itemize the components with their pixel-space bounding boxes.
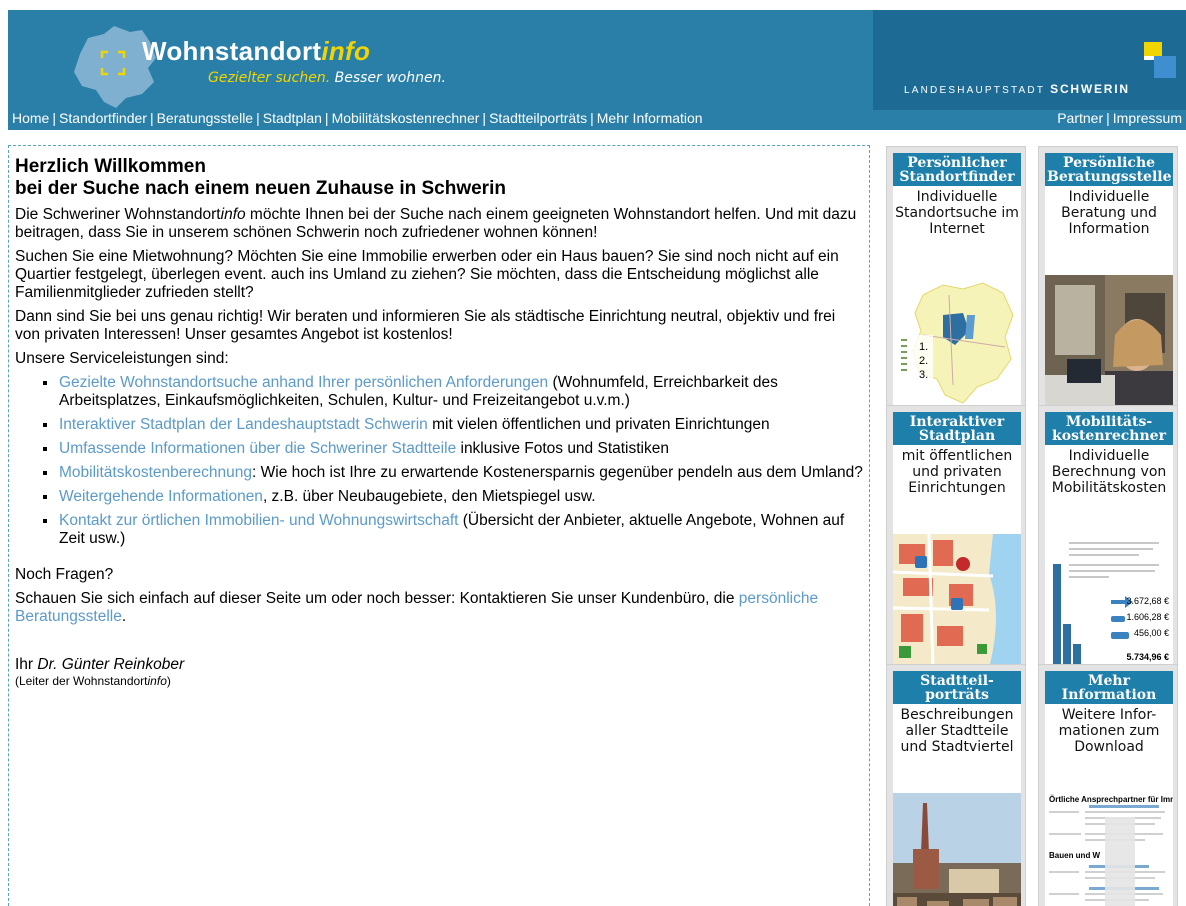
tile-title: Mehr Information (1045, 671, 1173, 704)
schwerin-city-logo-icon[interactable] (1128, 42, 1176, 82)
nav-separator: | (590, 110, 594, 126)
nav-left: Home | Standortfinder | Beratungsstelle | Stad… (12, 108, 703, 128)
list-item: Weitergehende Informationen, z.B. über N… (43, 488, 863, 506)
tile-description: Individuelle Standortsuche im Internet (895, 189, 1019, 237)
list-item: Kontakt zur örtlichen Immobilien- und Wo… (43, 512, 863, 548)
tile-title: Interaktiver Stadtplan (893, 412, 1021, 445)
tile-title: Stadtteil-porträts (893, 671, 1021, 704)
district-map-thumbnail: 1. 2. 3. (893, 275, 1021, 409)
nav-separator: | (52, 110, 56, 126)
nav-stadtplan[interactable]: Stadtplan (263, 110, 322, 126)
map-rank-3: 3. (919, 369, 929, 381)
doc-subheading: Bauen und W (1049, 851, 1101, 860)
tile-stadtteilportraets[interactable]: Stadtteil-porträts Beschreibungen aller … (886, 664, 1026, 906)
page-title: Herzlich Willkommen bei der Suche nach ei… (15, 156, 506, 199)
tile-title: Persönlicher Standortfinder (893, 153, 1021, 186)
cost-amount-2: 1.606,28 € (1126, 612, 1169, 622)
welcome-content: Herzlich Willkommen bei der Suche nach ei… (8, 145, 870, 906)
brand-tagline: Gezielter suchen. Besser wohnen. (208, 70, 446, 86)
nav-beratungsstelle[interactable]: Beratungsstelle (157, 110, 254, 126)
nav-home[interactable]: Home (12, 110, 49, 126)
document-list-thumbnail: Örtliche Ansprechpartner für Immo Bauen … (1045, 793, 1173, 906)
tile-box: Stadtteil-porträts Beschreibungen aller … (893, 671, 1021, 906)
tile-stadtplan[interactable]: Interaktiver Stadtplan mit öffentlichen … (886, 405, 1026, 675)
tile-description: mit öffentlichen und privaten Einrichtun… (901, 448, 1013, 496)
nav-partner[interactable]: Partner (1057, 110, 1103, 126)
tile-mobilitaetskostenrechner[interactable]: Mobilitäts-kostenrechner Individuelle Be… (1038, 405, 1178, 675)
list-item: Gezielte Wohnstandortsuche anhand Ihrer … (43, 374, 863, 410)
map-rank-1: 1. (919, 341, 929, 353)
tile-box: Persönlicher Standortfinder Individuelle… (893, 153, 1021, 409)
cost-amount-total: 5.734,96 € (1126, 652, 1169, 662)
nav-separator: | (256, 110, 260, 126)
service-link-kontakt[interactable]: Kontakt zur örtlichen Immobilien- und Wo… (59, 512, 458, 529)
tile-box: Interaktiver Stadtplan mit öffentlichen … (893, 412, 1021, 668)
city-name: LANDESHAUPTSTADT SCHWERIN (904, 82, 1130, 96)
services-heading: Unsere Serviceleistungen sind: (15, 350, 229, 367)
nav-stadtteilportraets[interactable]: Stadtteilporträts (489, 110, 587, 126)
nav-standortfinder[interactable]: Standortfinder (59, 110, 147, 126)
office-consultation-photo (1045, 275, 1173, 409)
cost-amount-1: 3.672,68 € (1126, 596, 1169, 606)
nav-mobilitaetskostenrechner[interactable]: Mobilitätskostenrechner (332, 110, 480, 126)
doc-heading: Örtliche Ansprechpartner für Immo (1049, 795, 1173, 804)
tile-beratungsstelle[interactable]: Persönliche Beratungsstelle Individuelle… (1038, 146, 1178, 416)
list-item: Umfassende Informationen über die Schwer… (43, 440, 863, 458)
city-map-thumbnail (893, 534, 1021, 668)
questions-paragraph: Suchen Sie eine Mietwohnung? Möchten Sie… (15, 248, 839, 301)
tile-title: Mobilitäts-kostenrechner (1045, 412, 1173, 445)
nav-impressum[interactable]: Impressum (1113, 110, 1182, 126)
service-link-informationen[interactable]: Weitergehende Informationen (59, 488, 263, 505)
nav-separator: | (482, 110, 487, 126)
list-item: Interaktiver Stadtplan der Landeshauptst… (43, 416, 863, 434)
nav-separator: | (149, 110, 154, 126)
service-link-stadtplan[interactable]: Interaktiver Stadtplan der Landeshauptst… (59, 416, 428, 433)
tile-box: Persönliche Beratungsstelle Individuelle… (1045, 153, 1173, 409)
services-list: Gezielte Wohnstandortsuche anhand Ihrer … (15, 374, 863, 548)
list-item: Mobilitätskostenberechnung: Wie hoch ist… (43, 464, 863, 481)
questions-heading: Noch Fragen? (15, 566, 114, 583)
nav-mehr-information[interactable]: Mehr Information (597, 110, 703, 126)
brand-title[interactable]: Wohnstandortinfo (142, 36, 370, 67)
cost-calculator-thumbnail: 3.672,68 € 1.606,28 € 456,00 € 5.734,96 … (1045, 534, 1173, 668)
tile-mehr-information[interactable]: Mehr Information Weitere Infor-mationen … (1038, 664, 1178, 906)
service-link-stadtteile[interactable]: Umfassende Informationen über die Schwer… (59, 440, 456, 457)
site-header: Wohnstandortinfo Gezielter suchen. Besse… (8, 10, 1186, 130)
tile-description: Individuelle Berechnung von Mobilitätsko… (1051, 448, 1167, 496)
main-navigation: Home | Standortfinder | Beratungsstelle | Stad… (8, 108, 1186, 128)
tile-standortfinder[interactable]: Persönlicher Standortfinder Individuelle… (886, 146, 1026, 416)
signature-role: (Leiter der Wohnstandortinfo) (15, 674, 171, 688)
offer-paragraph: Dann sind Sie bei uns genau richtig! Wir… (15, 308, 836, 343)
intro-paragraph: Die Schweriner Wohnstandortinfo möchte I… (15, 206, 857, 241)
map-rank-2: 2. (919, 355, 929, 367)
city-skyline-photo (893, 793, 1021, 906)
cost-amount-3: 456,00 € (1133, 628, 1169, 638)
service-link-standortsuche[interactable]: Gezielte Wohnstandortsuche anhand Ihrer … (59, 374, 548, 391)
nav-separator: | (1106, 110, 1110, 126)
tile-box: Mobilitäts-kostenrechner Individuelle Be… (1045, 412, 1173, 668)
contact-paragraph: Schauen Sie sich einfach auf dieser Seit… (15, 590, 819, 625)
tile-description: Weitere Infor-mationen zum Download (1058, 707, 1160, 755)
nav-separator: | (324, 110, 329, 126)
nav-right: Partner | Impressum (1057, 108, 1182, 128)
tile-description: Individuelle Beratung und Information (1061, 189, 1157, 237)
tile-title: Persönliche Beratungsstelle (1045, 153, 1173, 186)
tile-box: Mehr Information Weitere Infor-mationen … (1045, 671, 1173, 906)
signature-name: Ihr Dr. Günter Reinkober (15, 656, 185, 673)
tile-description: Beschreibungen aller Stadtteile und Stad… (900, 707, 1014, 755)
service-link-mobilitaet[interactable]: Mobilitätskostenberechnung (59, 464, 252, 481)
